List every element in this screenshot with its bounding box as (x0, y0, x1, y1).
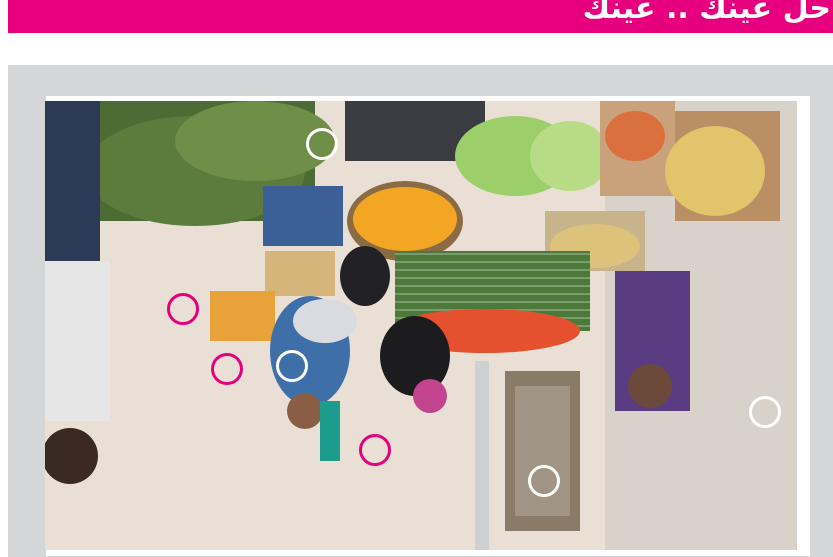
difference-marker[interactable] (167, 293, 199, 325)
difference-marker[interactable] (528, 465, 560, 497)
market-photo[interactable] (45, 101, 797, 550)
difference-marker[interactable] (359, 434, 391, 466)
difference-marker[interactable] (306, 128, 338, 160)
puzzle-page: حل عينك .. عينك (0, 0, 833, 557)
market-scene-image (45, 101, 797, 550)
header-bar: حل عينك .. عينك (8, 0, 833, 33)
page-title: حل عينك .. عينك (582, 0, 831, 26)
difference-marker[interactable] (749, 396, 781, 428)
difference-marker[interactable] (276, 350, 308, 382)
difference-marker[interactable] (211, 353, 243, 385)
